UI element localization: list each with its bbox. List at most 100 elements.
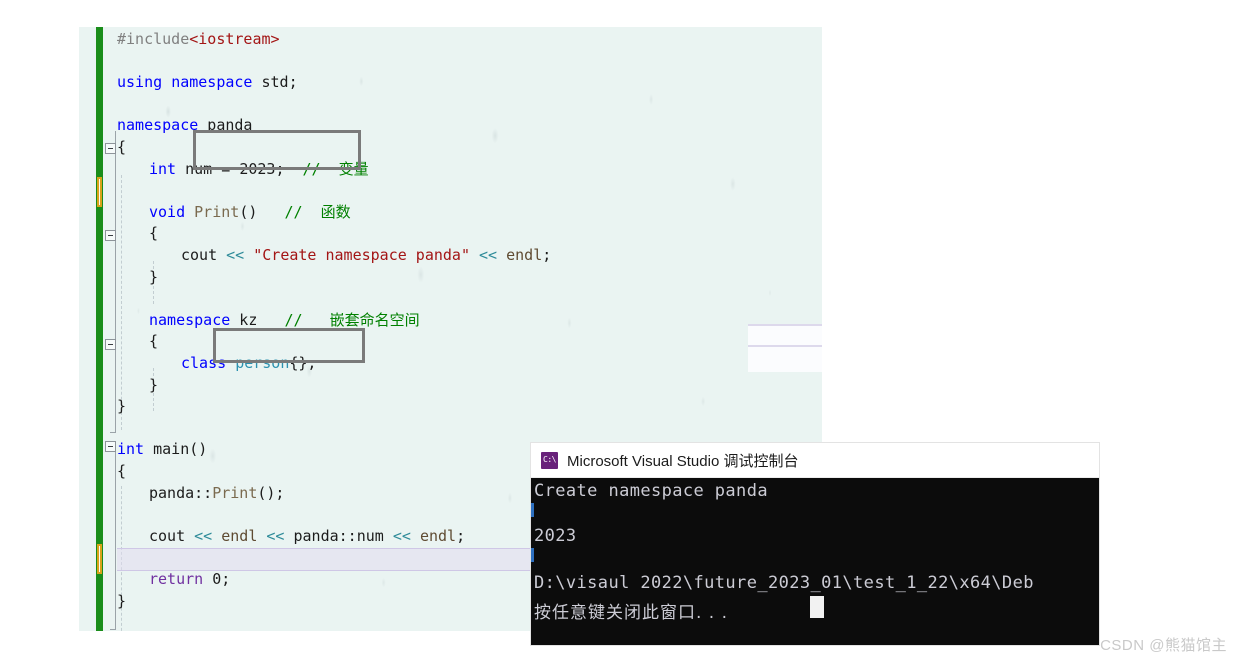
code-token: <iostream> bbox=[189, 30, 280, 48]
fold-toggle-print-function[interactable] bbox=[105, 230, 116, 241]
code-token: namespace bbox=[117, 116, 199, 135]
console-icon-glyph: C:\ bbox=[543, 455, 556, 464]
console-line: 2023 bbox=[534, 526, 577, 546]
code-line: void Print() // 函数 bbox=[117, 202, 351, 224]
code-token: () bbox=[189, 440, 208, 459]
code-token: int bbox=[149, 159, 177, 178]
code-line: } bbox=[117, 591, 126, 613]
code-line: int main() bbox=[117, 439, 207, 461]
code-line: cout << endl << panda::num << endl; bbox=[117, 526, 465, 548]
console-line: D:\visaul 2022\future_2023_01\test_1_22\… bbox=[534, 573, 1034, 593]
intellisense-ghost-line bbox=[748, 345, 822, 347]
code-line: #include<iostream> bbox=[117, 29, 280, 51]
outlining-rail bbox=[110, 27, 116, 631]
code-token: ; bbox=[221, 570, 231, 588]
debug-console-window[interactable]: C:\ Microsoft Visual Studio 调试控制台 Create… bbox=[531, 443, 1099, 645]
code-token: // 函数 bbox=[284, 202, 351, 221]
code-token: void bbox=[149, 202, 186, 221]
code-line: { bbox=[117, 331, 158, 353]
console-line: Create namespace panda bbox=[534, 481, 768, 501]
code-token: namespace bbox=[149, 310, 231, 329]
code-token: panda bbox=[149, 483, 195, 502]
unsaved-change-marker bbox=[97, 177, 102, 207]
code-token: int bbox=[117, 440, 145, 459]
annotation-box-namespace-kz bbox=[213, 328, 365, 363]
code-token: { bbox=[149, 224, 159, 243]
code-token: (); bbox=[257, 483, 285, 502]
code-line: } bbox=[117, 375, 158, 397]
code-line: panda::Print(); bbox=[117, 483, 284, 505]
code-token: using bbox=[117, 73, 163, 92]
fold-toggle-main[interactable] bbox=[105, 441, 116, 452]
console-output-area[interactable]: Create namespace panda 2023 D:\visaul 20… bbox=[531, 478, 1099, 645]
code-token: } bbox=[149, 267, 159, 286]
fold-toggle-namespace-panda[interactable] bbox=[105, 143, 116, 154]
console-cursor bbox=[810, 596, 824, 618]
code-token: panda::num bbox=[284, 526, 393, 545]
code-token: #include bbox=[117, 30, 190, 48]
console-title-bar[interactable]: C:\ Microsoft Visual Studio 调试控制台 bbox=[531, 443, 1099, 478]
code-line: { bbox=[117, 223, 158, 245]
code-token: std; bbox=[252, 73, 298, 92]
code-token: namespace bbox=[171, 73, 253, 92]
code-token: () bbox=[239, 202, 285, 221]
code-token: << bbox=[226, 246, 245, 264]
code-line: using namespace std; bbox=[117, 72, 298, 94]
code-token: } bbox=[117, 591, 127, 610]
code-token: 0 bbox=[212, 570, 222, 588]
code-token: Print bbox=[212, 483, 258, 502]
code-token: << bbox=[194, 526, 213, 545]
code-line: } bbox=[117, 396, 126, 418]
console-line: 按任意键关闭此窗口. . . bbox=[534, 603, 729, 623]
code-token: cout bbox=[149, 526, 195, 545]
code-token: << bbox=[392, 526, 411, 545]
code-token: } bbox=[149, 375, 159, 394]
code-token: { bbox=[117, 462, 127, 480]
code-token: ; bbox=[456, 526, 466, 545]
code-token: { bbox=[149, 332, 159, 351]
code-line: return 0; bbox=[117, 569, 230, 591]
fold-toggle-namespace-kz[interactable] bbox=[105, 339, 116, 350]
intellisense-ghost-panel bbox=[748, 324, 822, 372]
code-line: } bbox=[117, 267, 158, 289]
code-token: } bbox=[117, 397, 127, 416]
code-token: << bbox=[266, 526, 285, 545]
code-token: kz bbox=[230, 310, 258, 329]
annotation-box-namespace-panda bbox=[193, 130, 361, 170]
code-line: { bbox=[117, 461, 126, 483]
code-token: // 嵌套命名空间 bbox=[284, 310, 420, 329]
code-token: "Create namespace panda" bbox=[253, 246, 470, 264]
code-token: Print bbox=[194, 202, 240, 221]
code-line: { bbox=[117, 137, 126, 159]
console-cmd-icon: C:\ bbox=[541, 451, 558, 469]
code-token: endl bbox=[221, 526, 258, 545]
console-title-label: Microsoft Visual Studio 调试控制台 bbox=[567, 452, 799, 470]
unsaved-change-marker bbox=[97, 544, 102, 574]
editor-change-bar bbox=[96, 27, 103, 631]
csdn-watermark: CSDN @熊猫馆主 bbox=[1100, 637, 1227, 654]
code-token: << bbox=[479, 246, 498, 264]
intellisense-ghost-line bbox=[748, 324, 822, 326]
code-token: endl bbox=[506, 246, 543, 264]
code-token: { bbox=[117, 138, 127, 156]
code-token: return bbox=[149, 570, 204, 588]
code-token: main bbox=[153, 440, 190, 459]
code-token: cout bbox=[181, 246, 227, 264]
